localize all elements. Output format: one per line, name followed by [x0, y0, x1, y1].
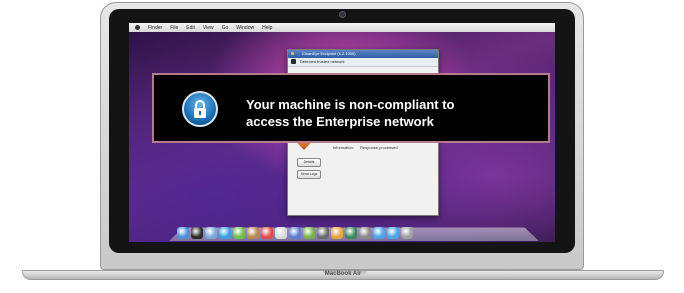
alert-line-1: Your machine is non-compliant to: [246, 97, 455, 112]
noncompliance-alert: Your machine is non-compliant to access …: [152, 73, 550, 143]
preview-icon[interactable]: [275, 227, 287, 239]
menu-item-edit[interactable]: Edit: [186, 25, 195, 31]
menu-item-go[interactable]: Go: [222, 25, 229, 31]
garageband-icon[interactable]: [331, 227, 343, 239]
send-logs-button[interactable]: Send Logs: [297, 170, 321, 179]
camera-icon: [340, 12, 345, 17]
alert-line-2: access the Enterprise network: [246, 114, 434, 129]
brand-label: MacBook Air: [324, 271, 362, 277]
lock-icon: [291, 59, 296, 64]
dialog-subtitle: Detected trusted network: [300, 59, 345, 64]
dashboard-icon[interactable]: [191, 227, 203, 239]
ichat-icon[interactable]: [233, 227, 245, 239]
systemprefs-icon[interactable]: [359, 227, 371, 239]
menu-bar: Finder File Edit View Go Window Help: [129, 23, 555, 32]
details-button[interactable]: Details: [297, 158, 321, 167]
trash-icon[interactable]: [401, 227, 413, 239]
finder-icon[interactable]: [177, 227, 189, 239]
dock-icons: [177, 227, 413, 239]
menu-item-help[interactable]: Help: [262, 25, 272, 31]
mail-icon[interactable]: [205, 227, 217, 239]
menu-item-view[interactable]: View: [203, 25, 214, 31]
ical-icon[interactable]: [261, 227, 273, 239]
folder-icon[interactable]: [373, 227, 385, 239]
timemachine-icon[interactable]: [345, 227, 357, 239]
alert-message: Your machine is non-compliant to access …: [246, 96, 536, 130]
window-control-icon[interactable]: [291, 52, 294, 55]
iphoto-icon[interactable]: [303, 227, 315, 239]
menu-item-file[interactable]: File: [170, 25, 178, 31]
dialog-titlebar[interactable]: CleanEye Endpoint (1.2.1000): [288, 50, 438, 58]
addressbook-icon[interactable]: [247, 227, 259, 239]
dialog-title: CleanEye Endpoint (1.2.1000): [302, 51, 356, 56]
lock-icon: [182, 91, 218, 127]
apple-menu-icon[interactable]: [135, 25, 140, 30]
itunes-icon[interactable]: [289, 227, 301, 239]
info-row: Information: Response processed: [324, 143, 398, 153]
laptop-base: MacBook Air: [22, 270, 664, 280]
dialog-subtitle-bar: Detected trusted network: [288, 58, 438, 67]
info-key: Information:: [332, 145, 354, 150]
folder-icon[interactable]: [387, 227, 399, 239]
menu-item-window[interactable]: Window: [236, 25, 254, 31]
info-value: Response processed: [360, 145, 398, 150]
safari-icon[interactable]: [219, 227, 231, 239]
menu-item-finder[interactable]: Finder: [148, 25, 162, 31]
imovie-icon[interactable]: [317, 227, 329, 239]
